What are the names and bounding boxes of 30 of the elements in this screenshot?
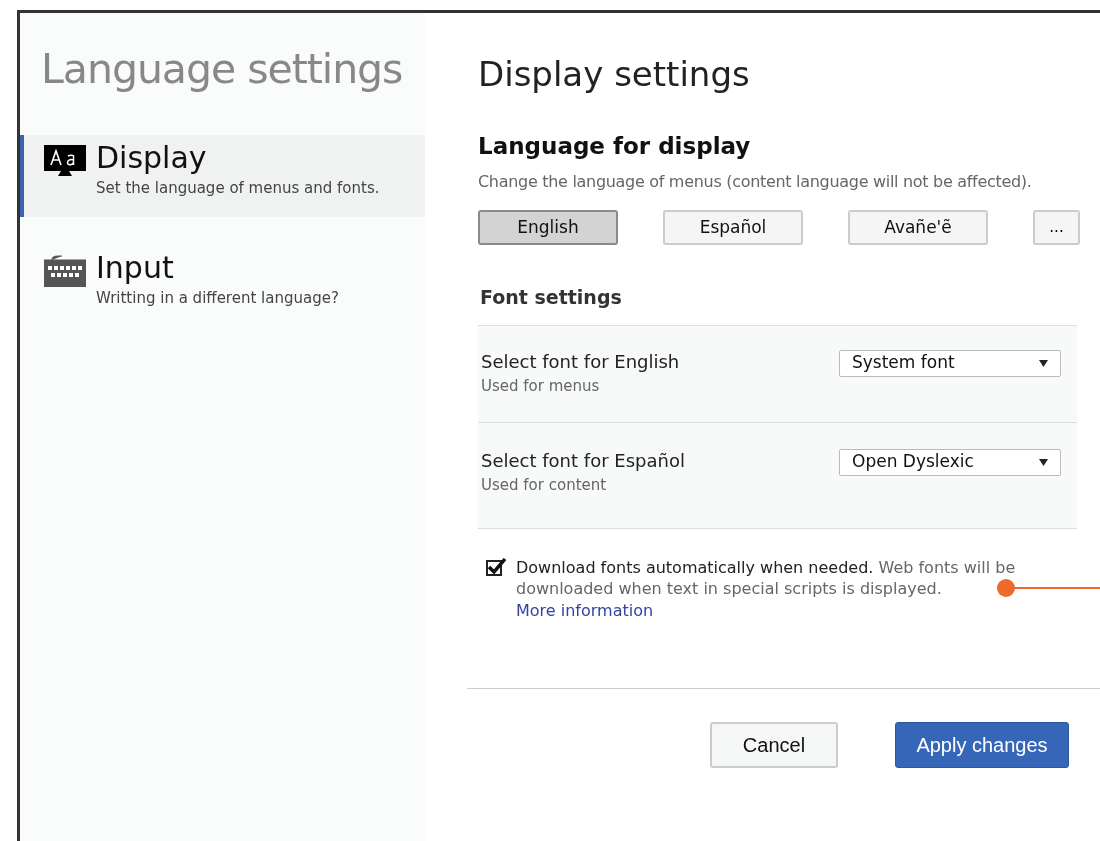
sidebar-item-label: Display	[96, 139, 208, 177]
font-setting-label: Select font for English	[481, 349, 680, 374]
sidebar-item-description: Set the language of menus and fonts.	[96, 178, 380, 199]
font-select[interactable]: System font	[839, 349, 1061, 377]
sidebar-title: Language settings	[40, 49, 404, 90]
display-language-icon	[44, 145, 86, 177]
language-button[interactable]: English	[478, 210, 618, 245]
cancel-button[interactable]: Cancel	[710, 721, 838, 768]
section-heading: Language for display	[478, 135, 752, 158]
sidebar-item-description: Writting in a different language?	[96, 288, 339, 309]
dropdown-caret-icon	[1039, 458, 1048, 466]
language-button[interactable]: Avañe'ẽ	[848, 210, 988, 245]
sidebar-item-label: Input	[96, 249, 175, 287]
language-button[interactable]: Español	[663, 210, 803, 245]
font-select[interactable]: Open Dyslexic	[839, 448, 1061, 476]
more-languages-button[interactable]: ...	[1033, 210, 1080, 245]
dropdown-caret-icon	[1039, 359, 1048, 367]
more-information-link[interactable]: More information	[516, 598, 654, 623]
page-title: Display settings	[478, 57, 751, 91]
download-fonts-text: Download fonts automatically when needed. Web fonts will be downloaded when text in special scripts is displayed.	[516, 556, 1017, 599]
font-setting-note: Used for menus	[481, 375, 601, 397]
keyboard-icon	[44, 255, 86, 287]
font-setting-label: Select font for Español	[481, 448, 685, 473]
sidebar-item[interactable]: Input Writting in a different language?	[20, 245, 425, 327]
font-settings-heading: Font settings	[479, 285, 623, 310]
checkbox[interactable]	[486, 557, 506, 576]
sidebar-item[interactable]: Display Set the language of menus and fonts.	[20, 135, 425, 217]
font-setting-note: Used for content	[481, 474, 608, 496]
apply-button[interactable]: Apply changes	[895, 721, 1069, 768]
section-description: Change the language of menus (content language will not be affected).	[478, 171, 1033, 193]
